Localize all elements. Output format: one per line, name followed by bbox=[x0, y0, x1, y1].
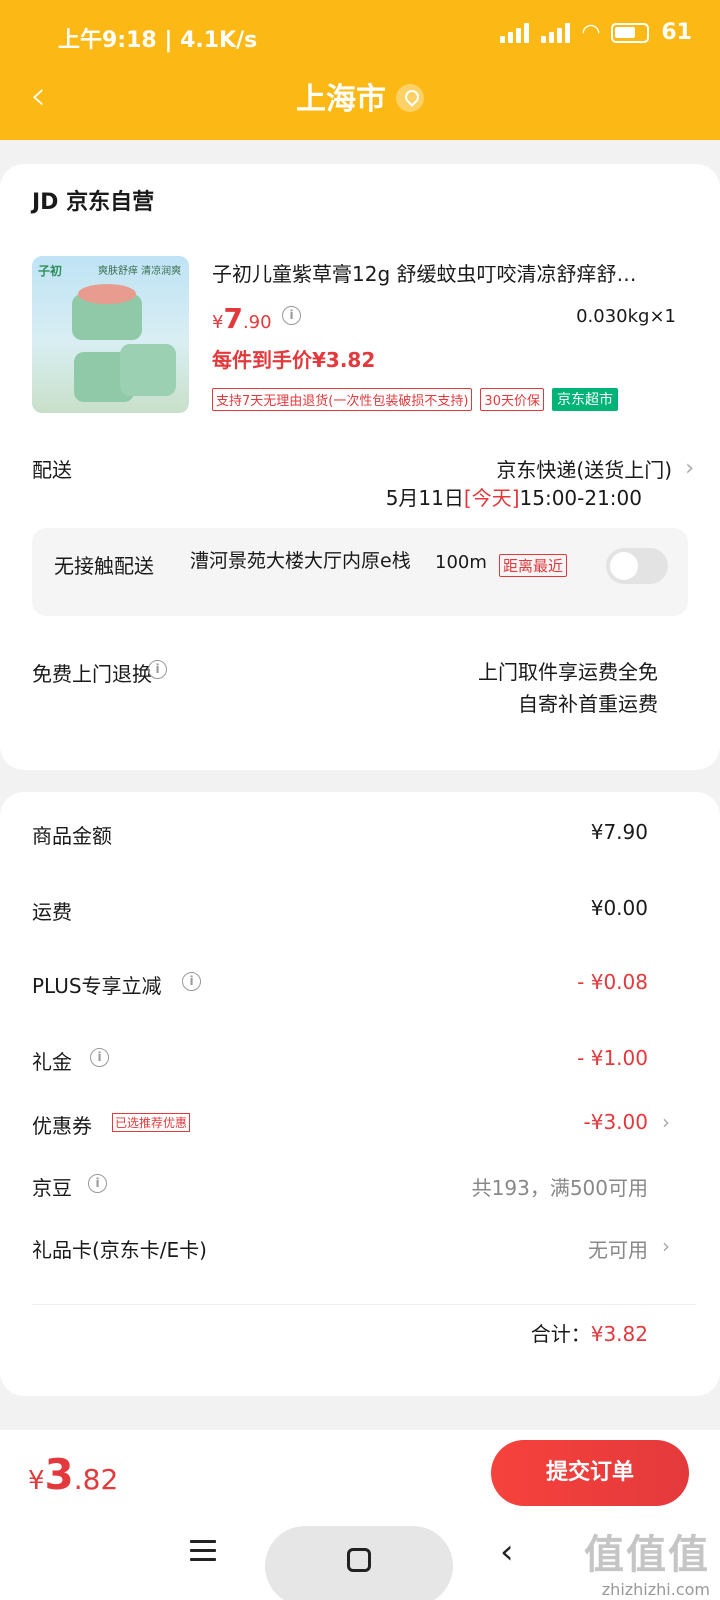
shop-name: JD 京东自营 bbox=[32, 190, 155, 215]
shipping-value: ¥0.00 bbox=[590, 896, 648, 920]
delivery-label: 配送 bbox=[32, 458, 72, 482]
bottom-price-symbol: ¥ bbox=[28, 1466, 45, 1496]
gift-card-row[interactable]: 礼品卡(京东卡/E卡) 无可用 › bbox=[32, 1234, 670, 1264]
city-title: 上海市 bbox=[296, 82, 386, 117]
back-icon[interactable]: ‹ bbox=[500, 1532, 514, 1572]
info-icon[interactable]: i bbox=[182, 972, 201, 991]
gift-card-value: 无可用 bbox=[588, 1238, 648, 1262]
gift-money-value: - ¥1.00 bbox=[577, 1046, 648, 1070]
signal-icon bbox=[500, 22, 530, 43]
jd-supermarket-tag: 京东超市 bbox=[551, 388, 618, 411]
watermark: 值值值 zhizhizhi.com bbox=[584, 1522, 710, 1599]
product-image-promo: 爽肤舒痒 清凉润爽 bbox=[98, 266, 182, 277]
jar-graphic bbox=[72, 284, 142, 340]
coupon-row[interactable]: 优惠券 已选推荐优惠 -¥3.00 › bbox=[32, 1110, 670, 1140]
gift-money-row: 礼金 i - ¥1.00 bbox=[32, 1046, 660, 1076]
gift-card-label: 礼品卡(京东卡/E卡) bbox=[32, 1238, 207, 1262]
price-protect-tag: 30天价保 bbox=[480, 388, 544, 411]
price-dec: .90 bbox=[242, 312, 272, 333]
return-policy-tag: 支持7天无理由退货(一次性包装破损不支持) bbox=[212, 388, 473, 411]
no-contact-address: 漕河景苑大楼大厅内原e栈 bbox=[190, 550, 411, 572]
delivery-today: [今天] bbox=[463, 486, 520, 510]
plus-discount-row: PLUS专享立减 i - ¥0.08 bbox=[32, 970, 660, 1000]
shipping-row: 运费 ¥0.00 bbox=[32, 896, 660, 926]
bottom-price-int: 3 bbox=[44, 1450, 74, 1499]
info-icon[interactable]: i bbox=[88, 1174, 107, 1193]
jingdou-label: 京豆 bbox=[32, 1176, 72, 1200]
location-pin-icon[interactable] bbox=[396, 83, 424, 112]
goods-amount-row: 商品金额 ¥7.90 bbox=[32, 820, 660, 850]
coupon-tag: 已选推荐优惠 bbox=[112, 1113, 191, 1132]
submit-order-button[interactable]: 提交订单 bbox=[491, 1440, 689, 1506]
bottom-total-price: ¥3.82 bbox=[28, 1450, 118, 1499]
menu-icon[interactable] bbox=[190, 1540, 216, 1567]
no-contact-toggle[interactable] bbox=[606, 548, 668, 584]
info-icon[interactable]: i bbox=[90, 1048, 109, 1067]
product-image[interactable]: 子初 爽肤舒痒 清凉润爽 bbox=[32, 256, 189, 413]
product-image-brand: 子初 bbox=[38, 264, 63, 278]
status-bar: 上午9:18 | 4.1K/s ◠ 61 bbox=[0, 16, 720, 56]
free-return-label: 免费上门退换 bbox=[32, 662, 152, 686]
battery-level: 61 bbox=[661, 20, 692, 45]
plus-discount-value: - ¥0.08 bbox=[577, 970, 648, 994]
chevron-right-icon[interactable]: › bbox=[685, 456, 694, 481]
battery-icon bbox=[611, 22, 650, 43]
app-header: 上午9:18 | 4.1K/s ◠ 61 ‹ 上海市 bbox=[0, 0, 720, 140]
shipping-label: 运费 bbox=[32, 900, 72, 924]
divider bbox=[32, 1304, 696, 1305]
order-card: JD 京东自营 子初 爽肤舒痒 清凉润爽 子初儿童紫草膏12g 舒缓蚊虫叮咬清凉… bbox=[0, 164, 720, 770]
fees-card bbox=[0, 792, 720, 1396]
nearest-badge: 距离最近 bbox=[499, 554, 568, 577]
return-info-line1: 上门取件享运费全免 bbox=[478, 660, 658, 684]
no-contact-label: 无接触配送 bbox=[54, 554, 154, 578]
bottom-price-dec: .82 bbox=[73, 1463, 119, 1496]
each-price: 每件到手价¥3.82 bbox=[212, 348, 376, 372]
delivery-time-range: 15:00-21:00 bbox=[519, 486, 643, 510]
product-tags: 支持7天无理由退货(一次性包装破损不支持) 30天价保 京东超市 bbox=[212, 388, 618, 411]
jingdou-value: 共193，满500可用 bbox=[471, 1176, 648, 1200]
jingdou-row: 京豆 i 共193，满500可用 bbox=[32, 1172, 660, 1202]
total-label: 合计： bbox=[530, 1322, 591, 1346]
home-icon[interactable] bbox=[347, 1548, 371, 1572]
product-price: ¥7.90 bbox=[212, 302, 272, 335]
status-time: 上午9:18 | 4.1K/s bbox=[58, 28, 258, 53]
coupon-value: -¥3.00 bbox=[583, 1110, 648, 1134]
chevron-right-icon[interactable]: › bbox=[662, 1110, 670, 1134]
bottom-bar: ¥3.82 提交订单 ‹ 值值值 zhizhizhi.com bbox=[0, 1430, 720, 1600]
delivery-date: 5月11日 bbox=[385, 486, 464, 510]
watermark-url: zhizhizhi.com bbox=[601, 1580, 710, 1599]
info-icon[interactable]: i bbox=[282, 306, 301, 325]
no-contact-distance: 100m bbox=[435, 552, 487, 573]
goods-amount-label: 商品金额 bbox=[32, 824, 112, 848]
gift-money-label: 礼金 bbox=[32, 1050, 72, 1074]
coupon-label: 优惠券 bbox=[32, 1114, 92, 1138]
chevron-right-icon[interactable]: › bbox=[662, 1234, 670, 1258]
price-symbol: ¥ bbox=[212, 312, 224, 333]
product-title[interactable]: 子初儿童紫草膏12g 舒缓蚊虫叮咬清凉舒痒舒… bbox=[212, 258, 690, 287]
goods-amount-value: ¥7.90 bbox=[590, 820, 648, 844]
plus-discount-label: PLUS专享立减 bbox=[32, 974, 162, 998]
signal-icon-2 bbox=[541, 22, 571, 43]
watermark-logo: 值值值 bbox=[584, 1532, 710, 1578]
info-icon[interactable]: i bbox=[148, 660, 167, 679]
total-row: 合计：¥3.82 bbox=[531, 1318, 648, 1347]
price-int: 7 bbox=[223, 302, 243, 335]
return-info-line2: 自寄补首重运费 bbox=[518, 692, 658, 716]
page-title: 上海市 bbox=[0, 74, 720, 118]
delivery-time[interactable]: 5月11日[今天]15:00-21:00 bbox=[386, 482, 642, 511]
status-icons: ◠ 61 bbox=[500, 20, 692, 45]
weight-quantity: 0.030kg×1 bbox=[576, 306, 676, 327]
total-value: ¥3.82 bbox=[590, 1322, 648, 1346]
jar-graphic bbox=[120, 344, 176, 396]
delivery-service[interactable]: 京东快递(送货上门) bbox=[496, 454, 672, 483]
no-contact-delivery: 无接触配送 漕河景苑大楼大厅内原e栈 100m 距离最近 bbox=[32, 528, 688, 616]
wifi-icon: ◠ bbox=[582, 20, 600, 45]
